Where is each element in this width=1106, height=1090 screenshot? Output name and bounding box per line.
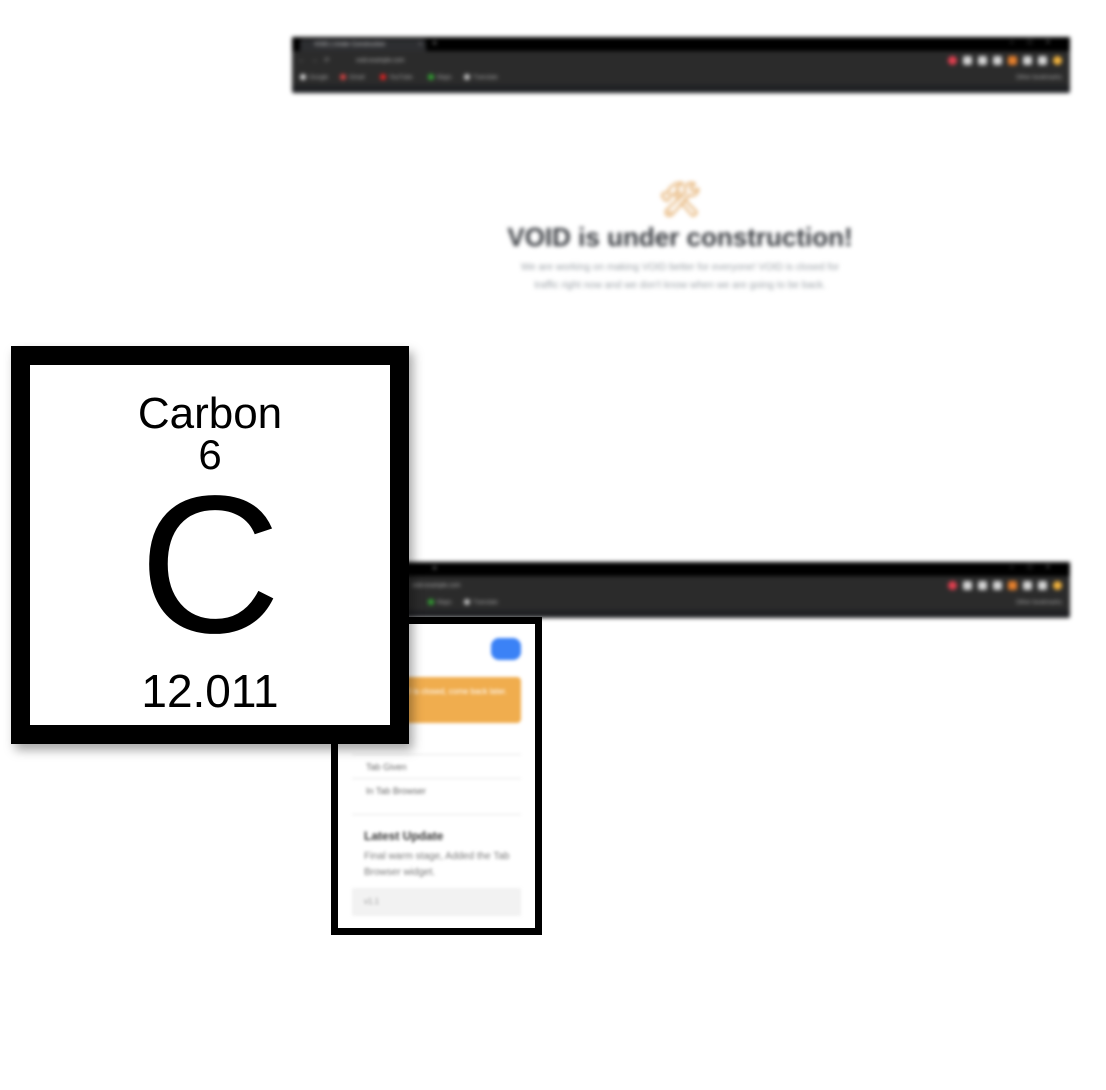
bookmark-item[interactable]: Translate xyxy=(464,596,498,610)
bookmarks-bar: Google Gmail YouTube Maps Translate Othe… xyxy=(292,71,1070,85)
extension-icon[interactable] xyxy=(963,581,972,590)
construction-notice: 🛠 VOID is under construction! We are wor… xyxy=(470,180,890,295)
other-bookmarks[interactable]: Other bookmarks xyxy=(1016,596,1062,610)
nav-buttons[interactable]: ←→⟳ xyxy=(298,56,336,64)
list-item[interactable]: Tab Given xyxy=(366,762,407,772)
construction-title: VOID is under construction! xyxy=(507,222,853,252)
menu-button[interactable] xyxy=(491,638,521,660)
browser-tab[interactable]: VOID | Under Construction × xyxy=(300,39,426,51)
element-symbol: C xyxy=(139,455,281,674)
top-browser-window: VOID | Under Construction × + –□× ←→⟳ vo… xyxy=(292,37,1070,93)
extension-icon[interactable] xyxy=(1023,581,1032,590)
bookmark-item[interactable]: Gmail xyxy=(340,71,365,85)
browser-toolbar: ←→⟳ void.example.com xyxy=(292,51,1070,71)
extension-icon[interactable] xyxy=(993,581,1002,590)
extensions-area xyxy=(948,581,1062,590)
profile-avatar-icon[interactable] xyxy=(1053,56,1062,65)
construction-subtitle: We are working on making VOID better for… xyxy=(520,262,840,291)
bookmark-item[interactable]: YouTube xyxy=(380,71,413,85)
divider xyxy=(352,814,521,815)
address-url: void.example.com xyxy=(356,58,405,64)
bookmark-item[interactable]: Maps xyxy=(428,596,452,610)
tab-bar: VOID | Under Construction × + –□× xyxy=(292,37,1070,51)
window-controls[interactable]: –□× xyxy=(1010,564,1064,571)
atomic-mass: 12.011 xyxy=(141,665,279,717)
extension-orange-icon[interactable] xyxy=(1008,56,1017,65)
extension-red-icon[interactable] xyxy=(948,581,957,590)
extension-orange-icon[interactable] xyxy=(1008,581,1017,590)
extension-icon[interactable] xyxy=(978,56,987,65)
extension-icon[interactable] xyxy=(1038,56,1047,65)
extension-icon[interactable] xyxy=(978,581,987,590)
bookmark-item[interactable]: Translate xyxy=(464,71,498,85)
mobile-footer: v1.1 xyxy=(352,888,521,916)
profile-avatar-icon[interactable] xyxy=(1053,581,1062,590)
window-controls[interactable]: –□× xyxy=(1010,39,1064,46)
address-url: void.example.com xyxy=(412,583,461,589)
tab-title: VOID | Under Construction xyxy=(314,42,386,48)
update-text: Final warm stage, Added the Tab Browser … xyxy=(364,851,510,878)
extension-icon[interactable] xyxy=(1038,581,1047,590)
divider xyxy=(352,778,521,779)
extensions-area xyxy=(948,56,1062,65)
extension-icon[interactable] xyxy=(963,56,972,65)
extension-icon[interactable] xyxy=(993,56,1002,65)
other-bookmarks[interactable]: Other bookmarks xyxy=(1016,71,1062,85)
bookmark-item[interactable]: Maps xyxy=(428,71,452,85)
update-title: Latest Update xyxy=(364,829,444,843)
new-tab-icon[interactable]: + xyxy=(432,563,437,573)
element-card: Carbon 6 C 12.011 xyxy=(30,365,390,725)
extension-icon[interactable] xyxy=(1023,56,1032,65)
extension-red-icon[interactable] xyxy=(948,56,957,65)
new-tab-icon[interactable]: + xyxy=(432,38,437,48)
address-bar[interactable]: void.example.com xyxy=(402,580,902,592)
bookmark-item[interactable]: Google xyxy=(300,71,328,85)
address-bar[interactable]: void.example.com xyxy=(346,55,846,67)
hammer-and-wrench-icon: 🛠 xyxy=(658,181,702,219)
divider xyxy=(352,754,521,755)
close-tab-icon[interactable]: × xyxy=(418,39,422,51)
carbon-element-tile: Carbon 6 C 12.011 xyxy=(11,346,409,744)
list-item[interactable]: In Tab Browser xyxy=(366,786,426,796)
